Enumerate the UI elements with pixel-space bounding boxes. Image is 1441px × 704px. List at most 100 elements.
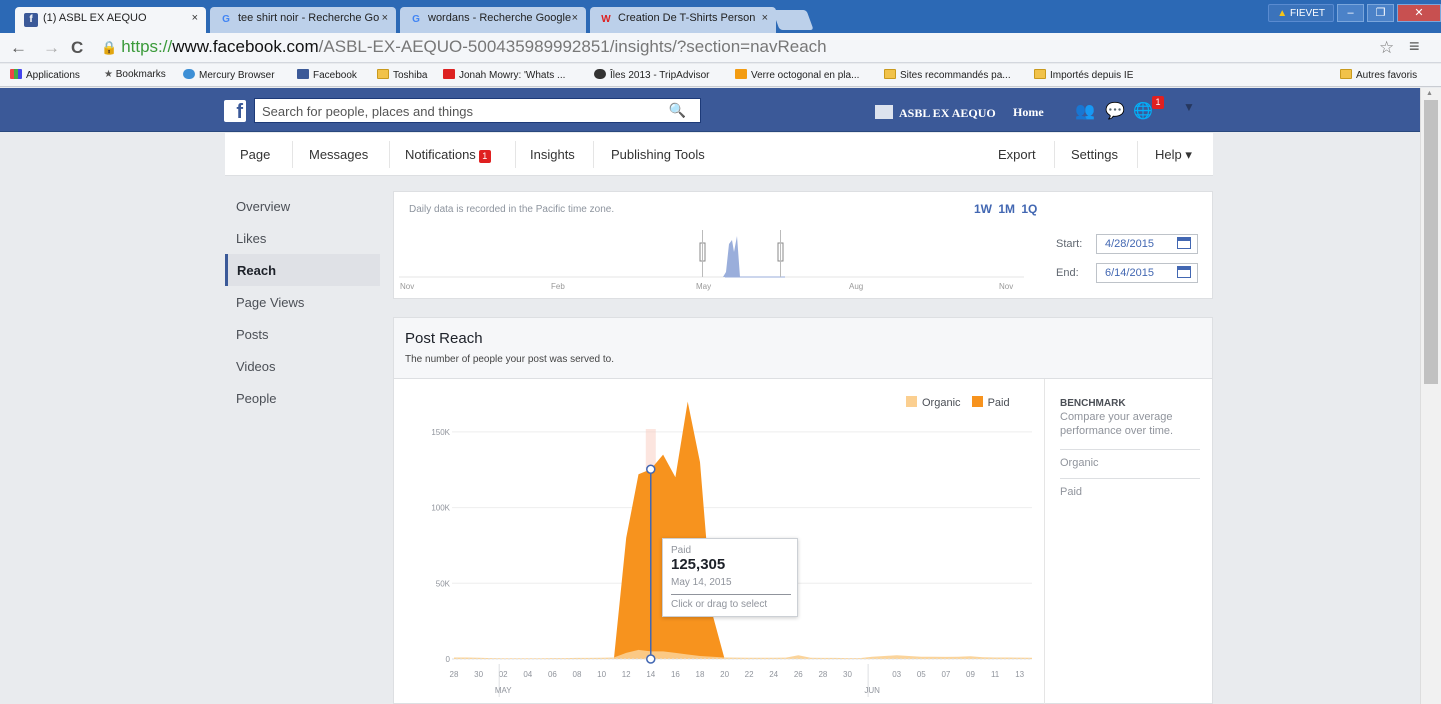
bookmark-item[interactable]: Applications xyxy=(10,69,80,81)
calendar-icon[interactable] xyxy=(1177,266,1191,278)
benchmark-description: Compare your average performance over ti… xyxy=(1060,411,1174,437)
close-tab-icon[interactable]: × xyxy=(762,12,768,24)
account-menu-icon[interactable]: ▼ xyxy=(1183,100,1195,114)
lock-icon: 🔒 xyxy=(101,40,118,55)
search-input[interactable]: Search for people, places and things 🔍 xyxy=(254,98,701,123)
maximize-button[interactable]: ❐ xyxy=(1367,4,1394,22)
start-date-input[interactable]: 4/28/2015 xyxy=(1096,234,1198,254)
new-tab-button[interactable] xyxy=(772,10,814,30)
reload-icon[interactable]: C xyxy=(71,38,83,58)
tab-notifications[interactable]: Notifications 1 xyxy=(405,147,491,163)
google-icon: G xyxy=(412,14,420,25)
tripadvisor-icon xyxy=(594,69,606,79)
benchmark-title: BENCHMARK xyxy=(1060,398,1126,409)
tooltip-hint: Click or drag to select xyxy=(671,594,791,610)
nav-divider xyxy=(593,141,594,168)
page-scrollbar[interactable]: ▲ xyxy=(1420,88,1441,704)
apps-icon xyxy=(10,69,22,79)
tab-messages[interactable]: Messages xyxy=(309,147,368,162)
y-tick-label: 0 xyxy=(446,655,451,664)
other-bookmarks[interactable]: Autres favoris xyxy=(1340,69,1417,81)
page-profile-link[interactable]: ASBL EX AEQUO xyxy=(875,105,996,121)
home-link[interactable]: Home xyxy=(1013,105,1044,120)
notifications-globe-icon[interactable]: 🌐 xyxy=(1133,101,1153,121)
x-tick-label: 30 xyxy=(474,670,483,679)
nav-divider xyxy=(1054,141,1055,168)
sidebar-item-reach[interactable]: Reach xyxy=(225,254,380,286)
section-title: Post Reach xyxy=(405,330,483,347)
sidebar-item-posts[interactable]: Posts xyxy=(225,318,380,350)
y-tick-label: 150K xyxy=(431,428,450,437)
folder-icon xyxy=(377,69,389,79)
tab-publishing-tools[interactable]: Publishing Tools xyxy=(611,147,705,162)
x-tick-label: 10 xyxy=(597,670,606,679)
section-subtitle: The number of people your post was serve… xyxy=(405,354,615,365)
tab-title: (1) ASBL EX AEQUO xyxy=(43,12,147,24)
bookmark-item[interactable]: Facebook xyxy=(297,69,357,81)
forward-icon[interactable]: → xyxy=(43,38,60,58)
x-tick-label: 16 xyxy=(671,670,680,679)
profile-button[interactable]: ▲ FIEVET xyxy=(1268,4,1334,22)
bookmark-item[interactable]: ★ Bookmarks xyxy=(104,69,166,80)
export-link[interactable]: Export xyxy=(998,147,1036,162)
bookmark-star-icon[interactable]: ☆ xyxy=(1379,38,1394,58)
sidebar-item-videos[interactable]: Videos xyxy=(225,350,380,382)
settings-link[interactable]: Settings xyxy=(1071,147,1118,162)
scrollbar-thumb[interactable] xyxy=(1424,100,1438,384)
close-tab-icon[interactable]: × xyxy=(192,12,198,24)
sidebar-item-likes[interactable]: Likes xyxy=(225,222,380,254)
minimize-button[interactable]: – xyxy=(1337,4,1364,22)
browser-tab[interactable]: G wordans - Recherche Google × xyxy=(400,7,586,33)
calendar-icon[interactable] xyxy=(1177,237,1191,249)
messages-icon[interactable]: 💬 xyxy=(1105,101,1125,121)
search-icon[interactable]: 🔍 xyxy=(669,102,686,119)
close-tab-icon[interactable]: × xyxy=(572,12,578,24)
friend-requests-icon[interactable]: 👥 xyxy=(1075,101,1095,121)
x-tick-label: 05 xyxy=(917,670,926,679)
x-tick-label: 20 xyxy=(720,670,729,679)
bookmark-item[interactable]: Toshiba xyxy=(377,69,427,81)
end-label: End: xyxy=(1056,267,1079,279)
x-tick-label: 22 xyxy=(745,670,754,679)
nav-divider xyxy=(1137,141,1138,168)
address-bar[interactable]: 🔒 https://www.facebook.com/ASBL-EX-AEQUO-… xyxy=(101,37,1363,59)
tab-insights[interactable]: Insights xyxy=(530,147,575,162)
bookmark-item[interactable]: Mercury Browser xyxy=(183,69,275,81)
facebook-logo-icon[interactable]: f xyxy=(224,100,246,123)
bookmark-item[interactable]: Sites recommandés pa... xyxy=(884,69,1011,81)
start-label: Start: xyxy=(1056,238,1083,250)
sidebar-item-overview[interactable]: Overview xyxy=(225,190,380,222)
end-date-input[interactable]: 6/14/2015 xyxy=(1096,263,1198,283)
bookmark-item[interactable]: Importés depuis IE xyxy=(1034,69,1133,81)
close-window-button[interactable]: ✕ xyxy=(1397,4,1441,22)
folder-icon xyxy=(884,69,896,79)
menu-icon[interactable]: ≡ xyxy=(1409,36,1420,57)
help-menu[interactable]: Help ▾ xyxy=(1155,147,1192,163)
browser-tab-strip: f (1) ASBL EX AEQUO × G tee shirt noir -… xyxy=(0,0,1441,33)
browser-tab[interactable]: G tee shirt noir - Recherche Go × xyxy=(210,7,396,33)
sidebar-item-people[interactable]: People xyxy=(225,382,380,414)
back-icon[interactable]: ← xyxy=(10,38,27,58)
bookmark-item[interactable]: Jonah Mowry: 'Whats ... xyxy=(443,69,565,81)
globe-icon xyxy=(183,69,195,79)
bookmark-item[interactable]: Verre octogonal en pla... xyxy=(735,69,859,81)
range-presets[interactable]: 1W 1M 1Q xyxy=(974,202,1037,216)
wordans-icon: W xyxy=(601,14,611,25)
benchmark-paid[interactable]: Paid xyxy=(1060,478,1200,498)
x-tick-label: 13 xyxy=(1015,670,1024,679)
sidebar-item-page-views[interactable]: Page Views xyxy=(225,286,380,318)
legend-label-paid: Paid xyxy=(987,397,1010,409)
browser-tab[interactable]: W Creation De T-Shirts Person × xyxy=(590,7,776,33)
page-avatar xyxy=(875,105,893,119)
bookmark-item[interactable]: Îles 2013 - TripAdvisor xyxy=(594,69,710,81)
timeline-overview-chart[interactable] xyxy=(399,222,1039,294)
close-tab-icon[interactable]: × xyxy=(382,12,388,24)
x-tick-label: 04 xyxy=(523,670,532,679)
scroll-up-icon[interactable]: ▲ xyxy=(1426,90,1433,97)
benchmark-organic[interactable]: Organic xyxy=(1060,449,1200,469)
date-range-selector: Daily data is recorded in the Pacific ti… xyxy=(393,191,1213,299)
tab-page[interactable]: Page xyxy=(240,147,270,162)
x-tick-label: 11 xyxy=(991,670,1000,679)
browser-tab[interactable]: f (1) ASBL EX AEQUO × xyxy=(15,7,206,33)
facebook-icon: f xyxy=(24,13,38,27)
